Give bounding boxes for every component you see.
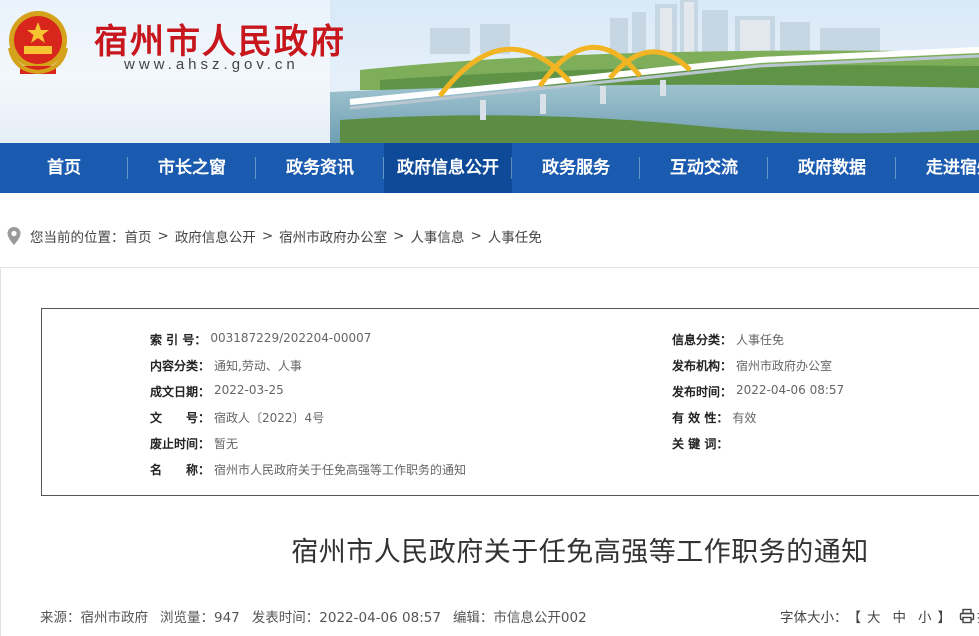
article-editor: 编辑：市信息公开002 <box>452 610 587 626</box>
font-bracket-open: 【 <box>847 610 862 626</box>
meta-publisher: 发布机构： 宿州市政府办公室 <box>672 357 832 374</box>
font-bracket-close: 】 <box>937 610 952 626</box>
meta-info-type: 信息分类： 人事任免 <box>672 331 784 348</box>
meta-index-label: 索 引 号： <box>150 333 207 347</box>
article-info-bar: 来源：宿州市政府 浏览量：947 发表时间：2022-04-06 08:57 编… <box>40 606 587 626</box>
meta-validity-label: 有 效 性： <box>672 411 729 425</box>
national-emblem-icon <box>8 11 68 75</box>
meta-validity: 有 效 性： 有效 <box>672 409 756 426</box>
article-title: 宿州市人民政府关于任免高强等工作职务的通知 <box>291 537 869 568</box>
meta-index: 索 引 号： 003187229/202204-00007 <box>150 331 371 348</box>
print-icon[interactable] <box>959 608 975 624</box>
header-banner: 宿州市人民政府 www.ahsz.gov.cn <box>0 0 979 143</box>
nav-item-about[interactable]: 走进宿州 <box>896 143 979 193</box>
breadcrumb-office[interactable]: 宿州市政府办公室 <box>279 226 387 246</box>
nav-item-info-disclosure[interactable]: 政府信息公开 <box>384 143 512 193</box>
meta-expired: 废止时间： 暂无 <box>150 435 238 452</box>
meta-validity-value: 有效 <box>732 411 757 425</box>
meta-publisher-value: 宿州市政府办公室 <box>736 359 833 373</box>
meta-name-label: 名 称： <box>150 463 211 477</box>
font-small-button[interactable]: 小 <box>918 606 932 626</box>
meta-doc-no-value: 宿政人〔2022〕4号 <box>214 411 325 425</box>
meta-expired-label: 废止时间： <box>150 437 211 451</box>
breadcrumb-home[interactable]: 首页 <box>125 226 152 246</box>
article-views: 浏览量：947 <box>160 610 240 626</box>
nav-item-home[interactable]: 首页 <box>0 143 128 193</box>
breadcrumb-separator: > <box>393 228 405 244</box>
meta-index-value: 003187229/202204-00007 <box>210 331 372 345</box>
nav-item-interaction[interactable]: 互动交流 <box>640 143 768 193</box>
meta-name-value: 宿州市人民政府关于任免高强等工作职务的通知 <box>214 463 467 477</box>
site-url: www.ahsz.gov.cn <box>124 56 299 73</box>
nav-item-services[interactable]: 政务服务 <box>512 143 640 193</box>
breadcrumb-separator: > <box>261 228 274 244</box>
meta-info-type-value: 人事任免 <box>736 333 785 347</box>
meta-created-value: 2022-03-25 <box>214 383 284 397</box>
meta-doc-no-label: 文 号： <box>150 411 211 425</box>
font-medium-button[interactable]: 中 <box>893 606 907 626</box>
meta-content-type: 内容分类： 通知,劳动、人事 <box>150 357 302 374</box>
breadcrumb-prefix: 您当前的位置： <box>30 230 125 246</box>
meta-doc-no: 文 号： 宿政人〔2022〕4号 <box>150 409 324 426</box>
breadcrumb-personnel-info[interactable]: 人事信息 <box>410 226 464 246</box>
font-size-label: 字体大小： <box>780 610 848 626</box>
breadcrumb-separator: > <box>157 228 169 244</box>
meta-expired-value: 暂无 <box>214 437 239 451</box>
meta-publish-time: 发布时间： 2022-04-06 08:57 <box>672 383 844 400</box>
meta-created-label: 成文日期： <box>150 385 211 399</box>
location-pin-icon <box>7 227 21 245</box>
meta-name: 名 称： 宿州市人民政府关于任免高强等工作职务的通知 <box>150 461 466 478</box>
breadcrumb-info-disclosure[interactable]: 政府信息公开 <box>175 226 256 246</box>
main-nav: 首页 市长之窗 政务资讯 政府信息公开 政务服务 互动交流 政府数据 走进宿州 <box>0 143 979 193</box>
font-large-button[interactable]: 大 <box>867 606 881 626</box>
meta-keywords: 关 键 词： <box>672 435 732 452</box>
article-publish-time: 发表时间：2022-04-06 08:57 <box>251 610 441 626</box>
meta-content-type-value: 通知,劳动、人事 <box>214 359 302 373</box>
breadcrumb: 您当前的位置： 首页 > 政府信息公开 > 宿州市政府办公室 > 人事信息 > … <box>0 222 979 250</box>
meta-content-type-label: 内容分类： <box>150 359 211 373</box>
meta-created: 成文日期： 2022-03-25 <box>150 383 284 400</box>
font-size-control: 字体大小： 【 大 中 小 】 打 <box>780 606 979 626</box>
meta-keywords-label: 关 键 词： <box>672 437 729 451</box>
article-source: 来源：宿州市政府 <box>40 610 148 626</box>
meta-info-type-label: 信息分类： <box>672 333 733 347</box>
nav-item-news[interactable]: 政务资讯 <box>256 143 384 193</box>
meta-publisher-label: 发布机构： <box>672 359 733 373</box>
nav-item-data[interactable]: 政府数据 <box>768 143 896 193</box>
metadata-box: 索 引 号： 003187229/202204-00007 内容分类： 通知,劳… <box>41 308 979 496</box>
meta-publish-time-value: 2022-04-06 08:57 <box>736 383 845 397</box>
meta-publish-time-label: 发布时间： <box>672 385 733 399</box>
breadcrumb-separator: > <box>470 228 482 244</box>
breadcrumb-appointments[interactable]: 人事任免 <box>488 226 542 246</box>
nav-item-mayor[interactable]: 市长之窗 <box>128 143 256 193</box>
